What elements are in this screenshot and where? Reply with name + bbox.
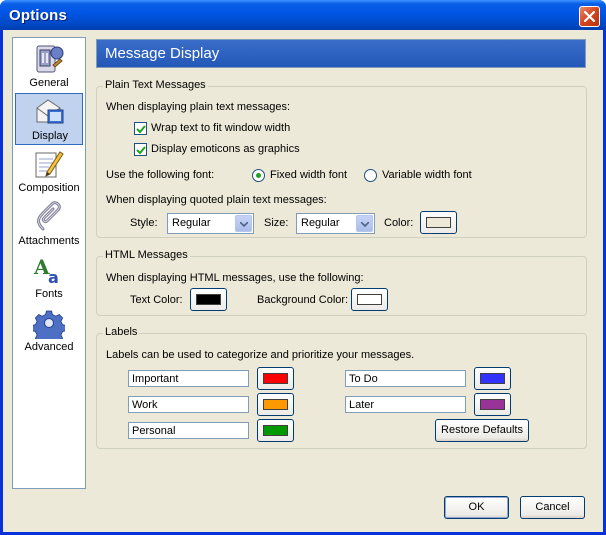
- color-fill: [357, 294, 382, 305]
- display-icon: [36, 99, 64, 124]
- sidebar-item-label: Advanced: [24, 341, 74, 353]
- ok-button[interactable]: OK: [444, 496, 509, 519]
- cancel-button[interactable]: Cancel: [520, 496, 585, 519]
- label-name-input-todo[interactable]: [345, 370, 466, 387]
- background-color-button[interactable]: [351, 288, 388, 311]
- chevron-down-icon: [361, 222, 369, 227]
- quote-color-button[interactable]: [420, 211, 457, 234]
- window-title: Options: [9, 7, 68, 24]
- variable-width-font-label: Variable width font: [382, 169, 472, 181]
- font-choice-label: Use the following font:: [106, 169, 215, 181]
- category-sidebar: General Display Composition Attachments …: [12, 37, 86, 489]
- emoticons-label: Display emoticons as graphics: [151, 143, 300, 155]
- plain-text-group: Plain Text Messages When displaying plai…: [96, 79, 587, 238]
- sidebar-item-label: Attachments: [18, 235, 80, 247]
- text-color-label: Text Color:: [130, 294, 183, 306]
- sidebar-item-label: General: [29, 77, 69, 89]
- radio-selected-dot: [256, 173, 261, 178]
- color-fill: [426, 217, 451, 228]
- quote-style-select[interactable]: Regular: [167, 213, 254, 234]
- paperclip-icon: [37, 201, 61, 231]
- color-fill: [480, 373, 505, 384]
- dialog-body: General Display Composition Attachments …: [3, 30, 603, 532]
- options-window: Options General Display Composition Atta…: [0, 0, 606, 535]
- labels-group: Labels Labels can be used to categorize …: [96, 326, 587, 449]
- sidebar-item-label: Display: [31, 130, 69, 142]
- group-title: HTML Messages: [103, 249, 190, 261]
- color-fill: [263, 425, 288, 436]
- checkmark-icon: [136, 146, 146, 155]
- label-name-input-important[interactable]: [128, 370, 249, 387]
- color-label: Color:: [384, 217, 414, 229]
- dropdown-button[interactable]: [356, 215, 373, 232]
- close-button[interactable]: [579, 6, 600, 27]
- sidebar-item-composition[interactable]: Composition: [15, 146, 83, 198]
- html-messages-intro: When displaying HTML messages, use the f…: [106, 272, 364, 284]
- label-name-input-personal[interactable]: [128, 422, 249, 439]
- sidebar-item-fonts[interactable]: A a Fonts: [15, 252, 83, 304]
- plain-text-intro: When displaying plain text messages:: [106, 101, 291, 113]
- fixed-width-font-label: Fixed width font: [270, 169, 348, 181]
- background-color-label: Background Color:: [257, 294, 349, 306]
- label-name-input-later[interactable]: [345, 396, 466, 413]
- label-color-button-work[interactable]: [257, 393, 294, 416]
- chevron-down-icon: [240, 222, 248, 227]
- html-messages-group: HTML Messages When displaying HTML messa…: [96, 249, 587, 316]
- quote-size-select[interactable]: Regular: [296, 213, 375, 234]
- label-color-button-later[interactable]: [474, 393, 511, 416]
- label-color-button-personal[interactable]: [257, 419, 294, 442]
- quoted-text-intro: When displaying quoted plain text messag…: [106, 194, 327, 206]
- checkmark-icon: [136, 125, 146, 134]
- label-color-button-important[interactable]: [257, 367, 294, 390]
- size-label: Size:: [264, 217, 289, 229]
- group-title: Labels: [103, 326, 140, 338]
- variable-width-font-radio[interactable]: [364, 169, 377, 182]
- page-title: Message Display: [96, 39, 586, 68]
- sidebar-item-general[interactable]: General: [15, 41, 83, 93]
- sidebar-item-attachments[interactable]: Attachments: [15, 199, 83, 251]
- color-fill: [196, 294, 221, 305]
- color-fill: [263, 399, 288, 410]
- label-color-button-todo[interactable]: [474, 367, 511, 390]
- composition-icon: [35, 151, 64, 178]
- fixed-width-font-radio[interactable]: [252, 169, 265, 182]
- restore-defaults-button[interactable]: Restore Defaults: [435, 419, 529, 442]
- sidebar-item-label: Fonts: [35, 288, 63, 300]
- sidebar-item-display[interactable]: Display: [15, 93, 83, 145]
- fonts-icon: A a: [33, 255, 59, 286]
- labels-intro: Labels can be used to categorize and pri…: [106, 349, 415, 361]
- color-fill: [480, 399, 505, 410]
- dropdown-button[interactable]: [235, 215, 252, 232]
- wrap-text-label: Wrap text to fit window width: [151, 122, 291, 134]
- label-name-input-work[interactable]: [128, 396, 249, 413]
- svg-text:a: a: [48, 268, 59, 286]
- text-color-button[interactable]: [190, 288, 227, 311]
- wrap-text-checkbox[interactable]: [134, 122, 147, 135]
- title-bar[interactable]: Options: [0, 0, 606, 30]
- gear-icon: [33, 310, 65, 339]
- emoticons-checkbox[interactable]: [134, 143, 147, 156]
- sidebar-item-advanced[interactable]: Advanced: [15, 305, 83, 357]
- select-value: Regular: [172, 217, 211, 229]
- close-icon: [584, 11, 595, 22]
- style-label: Style:: [130, 217, 158, 229]
- color-fill: [263, 373, 288, 384]
- select-value: Regular: [301, 217, 340, 229]
- group-title: Plain Text Messages: [103, 79, 208, 91]
- sidebar-item-label: Composition: [18, 182, 80, 194]
- general-settings-icon: [36, 45, 64, 73]
